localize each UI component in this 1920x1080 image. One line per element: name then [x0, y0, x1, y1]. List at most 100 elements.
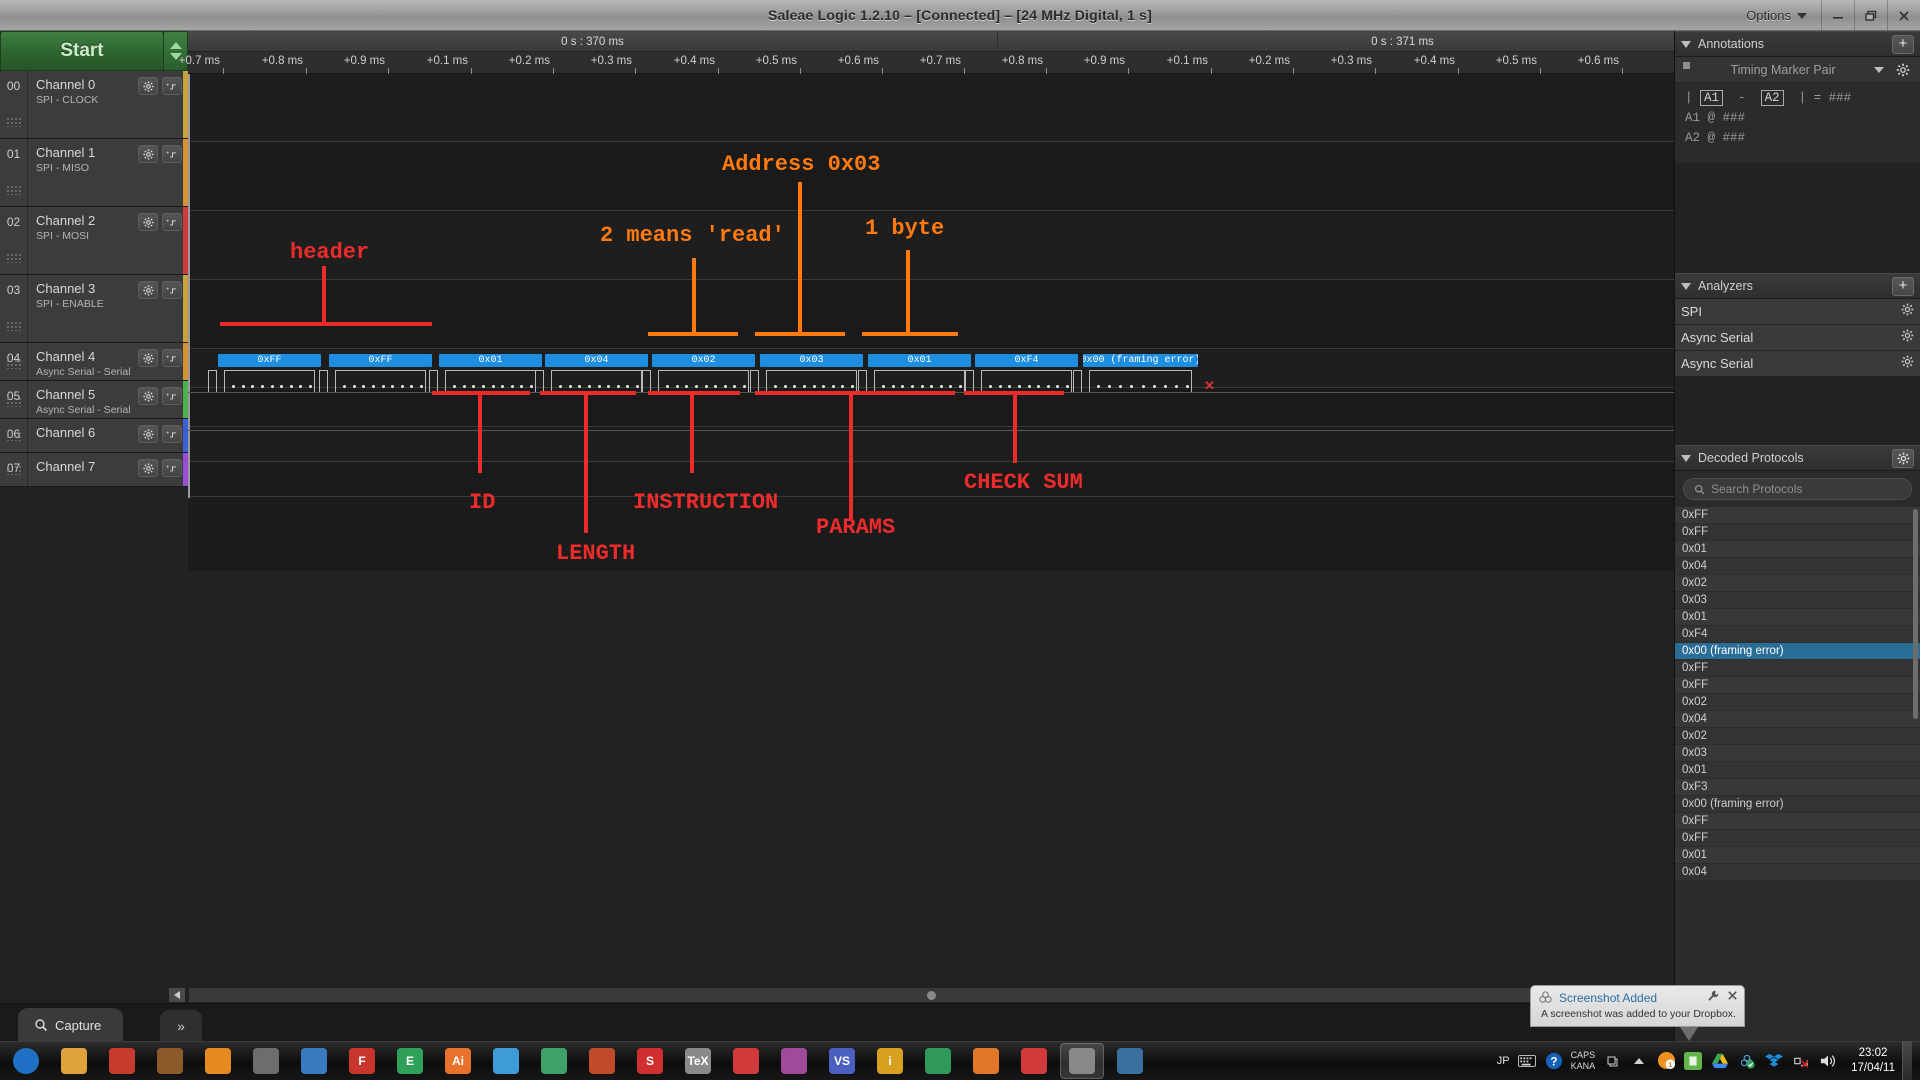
drag-grip-icon[interactable] — [6, 185, 22, 195]
channel-add-analyzer-icon[interactable]: + — [162, 349, 182, 367]
taskbar-app-browser[interactable] — [484, 1043, 528, 1079]
taskbar-app-dreamweaver[interactable]: E — [388, 1043, 432, 1079]
channel-add-analyzer-icon[interactable]: + — [162, 213, 182, 231]
analyzer-row[interactable]: Async Serial — [1675, 351, 1920, 377]
channel-row-01[interactable]: 01 Channel 1 SPI - MISO + — [0, 139, 188, 207]
analyzer-settings-gear-icon[interactable] — [1901, 303, 1914, 321]
clock[interactable]: 23:02 17/04/11 — [1845, 1046, 1895, 1076]
show-desktop-button[interactable] — [1902, 1041, 1912, 1080]
channel-settings-gear-icon[interactable] — [138, 459, 158, 477]
protocol-row[interactable]: 0xFF — [1675, 813, 1920, 830]
channel-settings-gear-icon[interactable] — [138, 145, 158, 163]
triangle-up-icon[interactable] — [169, 42, 182, 49]
input-language-indicator[interactable]: JP — [1497, 1055, 1510, 1067]
marker-a2-badge[interactable]: A2 — [1760, 90, 1784, 106]
annotations-section-header[interactable]: Annotations + — [1675, 31, 1920, 57]
protocol-row[interactable]: 0xFF — [1675, 660, 1920, 677]
taskbar-app-recycle[interactable] — [916, 1043, 960, 1079]
marker-a1-badge[interactable]: A1 — [1700, 90, 1724, 106]
ime-mode-indicator[interactable]: CAPS KANA — [1571, 1050, 1596, 1072]
taskbar-app-scissors[interactable] — [724, 1043, 768, 1079]
drag-grip-icon[interactable] — [6, 117, 22, 127]
protocol-row[interactable]: 0xFF — [1675, 524, 1920, 541]
taskbar-app-latex[interactable] — [772, 1043, 816, 1079]
decoded-bubble[interactable]: 0x00 (framing error) — [1083, 354, 1198, 367]
channel-add-analyzer-icon[interactable]: + — [162, 281, 182, 299]
decoded-bubble[interactable]: 0x03 — [760, 354, 863, 367]
taskbar-app-flash[interactable]: F — [340, 1043, 384, 1079]
protocol-row[interactable]: 0x00 (framing error) — [1675, 643, 1920, 660]
ime-expand-icon[interactable] — [1602, 1051, 1622, 1071]
collapse-triangle-icon[interactable] — [1681, 40, 1691, 48]
channel-settings-gear-icon[interactable] — [138, 349, 158, 367]
taskbar-app-saleae[interactable] — [1108, 1043, 1152, 1079]
chevron-down-icon[interactable] — [1874, 66, 1884, 73]
protocol-row[interactable]: 0x02 — [1675, 728, 1920, 745]
channel-row-05[interactable]: 05 Channel 5 Async Serial - Serial + — [0, 381, 188, 419]
channel-row-06[interactable]: 06Channel 6+ — [0, 419, 188, 453]
network-disconnected-icon[interactable] — [1791, 1051, 1811, 1071]
waveform-lane-01[interactable] — [188, 143, 1674, 211]
timeline-ruler-segments[interactable]: 0 s : 370 ms 0 s : 371 ms — [188, 31, 1808, 52]
channel-row-07[interactable]: 07Channel 7+ — [0, 453, 188, 487]
drag-grip-icon[interactable] — [6, 431, 22, 441]
channel-settings-gear-icon[interactable] — [138, 77, 158, 95]
protocol-row[interactable]: 0xFF — [1675, 507, 1920, 524]
show-hidden-icons-button[interactable] — [1629, 1051, 1649, 1071]
decoded-bubble[interactable]: 0x01 — [439, 354, 542, 367]
add-annotation-button[interactable]: + — [1892, 34, 1914, 54]
decoded-bubble[interactable]: 0x04 — [545, 354, 648, 367]
taskbar-app-red-wave[interactable] — [100, 1043, 144, 1079]
cloud-sync-icon[interactable] — [1737, 1051, 1757, 1071]
channel-row-00[interactable]: 00 Channel 0 SPI - CLOCK + — [0, 71, 188, 139]
add-analyzer-button[interactable]: + — [1892, 276, 1914, 296]
decoded-settings-button[interactable] — [1892, 448, 1914, 468]
decoded-bubble[interactable]: 0xFF — [329, 354, 432, 367]
protocol-row[interactable]: 0x01 — [1675, 609, 1920, 626]
analyzers-section-header[interactable]: Analyzers + — [1675, 273, 1920, 299]
taskbar-app-media[interactable] — [580, 1043, 624, 1079]
analyzer-row[interactable]: SPI — [1675, 299, 1920, 325]
channel-row-03[interactable]: 03 Channel 3 SPI - ENABLE + — [0, 275, 188, 343]
protocol-row[interactable]: 0xF4 — [1675, 626, 1920, 643]
protocol-row[interactable]: 0x01 — [1675, 541, 1920, 558]
google-drive-icon[interactable] — [1710, 1051, 1730, 1071]
taskbar-app-tex[interactable]: TeX — [676, 1043, 720, 1079]
analyzer-row[interactable]: Async Serial — [1675, 325, 1920, 351]
analyzer-settings-gear-icon[interactable] — [1901, 329, 1914, 347]
timing-marker-selector[interactable]: Timing Marker Pair — [1675, 57, 1920, 83]
decoded-bubble[interactable]: 0x01 — [868, 354, 971, 367]
protocol-search-box[interactable]: Search Protocols — [1683, 478, 1912, 500]
protocol-row[interactable]: 0x00 (framing error) — [1675, 796, 1920, 813]
channel-row-02[interactable]: 02 Channel 2 SPI - MOSI + — [0, 207, 188, 275]
dropbox-tray-icon[interactable] — [1764, 1051, 1784, 1071]
analyzer-settings-gear-icon[interactable] — [1901, 355, 1914, 373]
collapse-triangle-icon[interactable] — [1681, 282, 1691, 290]
dropbox-toast[interactable]: Screenshot Added A screenshot was added … — [1530, 985, 1745, 1027]
channel-add-analyzer-icon[interactable]: + — [162, 77, 182, 95]
taskbar-file-explorer[interactable] — [52, 1043, 96, 1079]
close-button[interactable] — [1887, 0, 1920, 31]
timeline-ruler-ticks[interactable]: +0.7 ms +0.8 ms +0.9 ms +0.1 ms +0.2 ms +0.3 … — [179, 52, 1674, 74]
protocol-row[interactable]: 0xFF — [1675, 677, 1920, 694]
channel-add-analyzer-icon[interactable]: + — [162, 425, 182, 443]
scroll-left-button[interactable] — [168, 987, 186, 1003]
drag-grip-icon[interactable] — [6, 253, 22, 263]
collapse-triangle-icon[interactable] — [1681, 454, 1691, 462]
decoded-protocols-section-header[interactable]: Decoded Protocols — [1675, 445, 1920, 471]
decoded-protocol-list[interactable]: 0xFF 0xFF 0x01 0x04 0x02 0x03 0x01 0xF4 0x00 (fr… — [1675, 507, 1920, 927]
keyboard-icon[interactable] — [1517, 1051, 1537, 1071]
marker-settings-gear-icon[interactable] — [1892, 60, 1914, 79]
protocol-row[interactable]: 0x04 — [1675, 558, 1920, 575]
waveform-lane-03[interactable] — [188, 281, 1674, 349]
taskbar-start-orb[interactable] — [4, 1043, 48, 1079]
channel-add-analyzer-icon[interactable]: + — [162, 387, 182, 405]
taskbar-app-inkscape[interactable] — [292, 1043, 336, 1079]
waveform-lane-06[interactable] — [188, 428, 1674, 462]
taskbar-app-logic[interactable] — [1060, 1043, 1104, 1079]
protocol-row[interactable]: 0x01 — [1675, 762, 1920, 779]
channel-add-analyzer-icon[interactable]: + — [162, 459, 182, 477]
protocol-row[interactable]: 0x02 — [1675, 575, 1920, 592]
evernote-icon[interactable] — [1683, 1051, 1703, 1071]
decoded-bubble[interactable]: 0x02 — [652, 354, 755, 367]
